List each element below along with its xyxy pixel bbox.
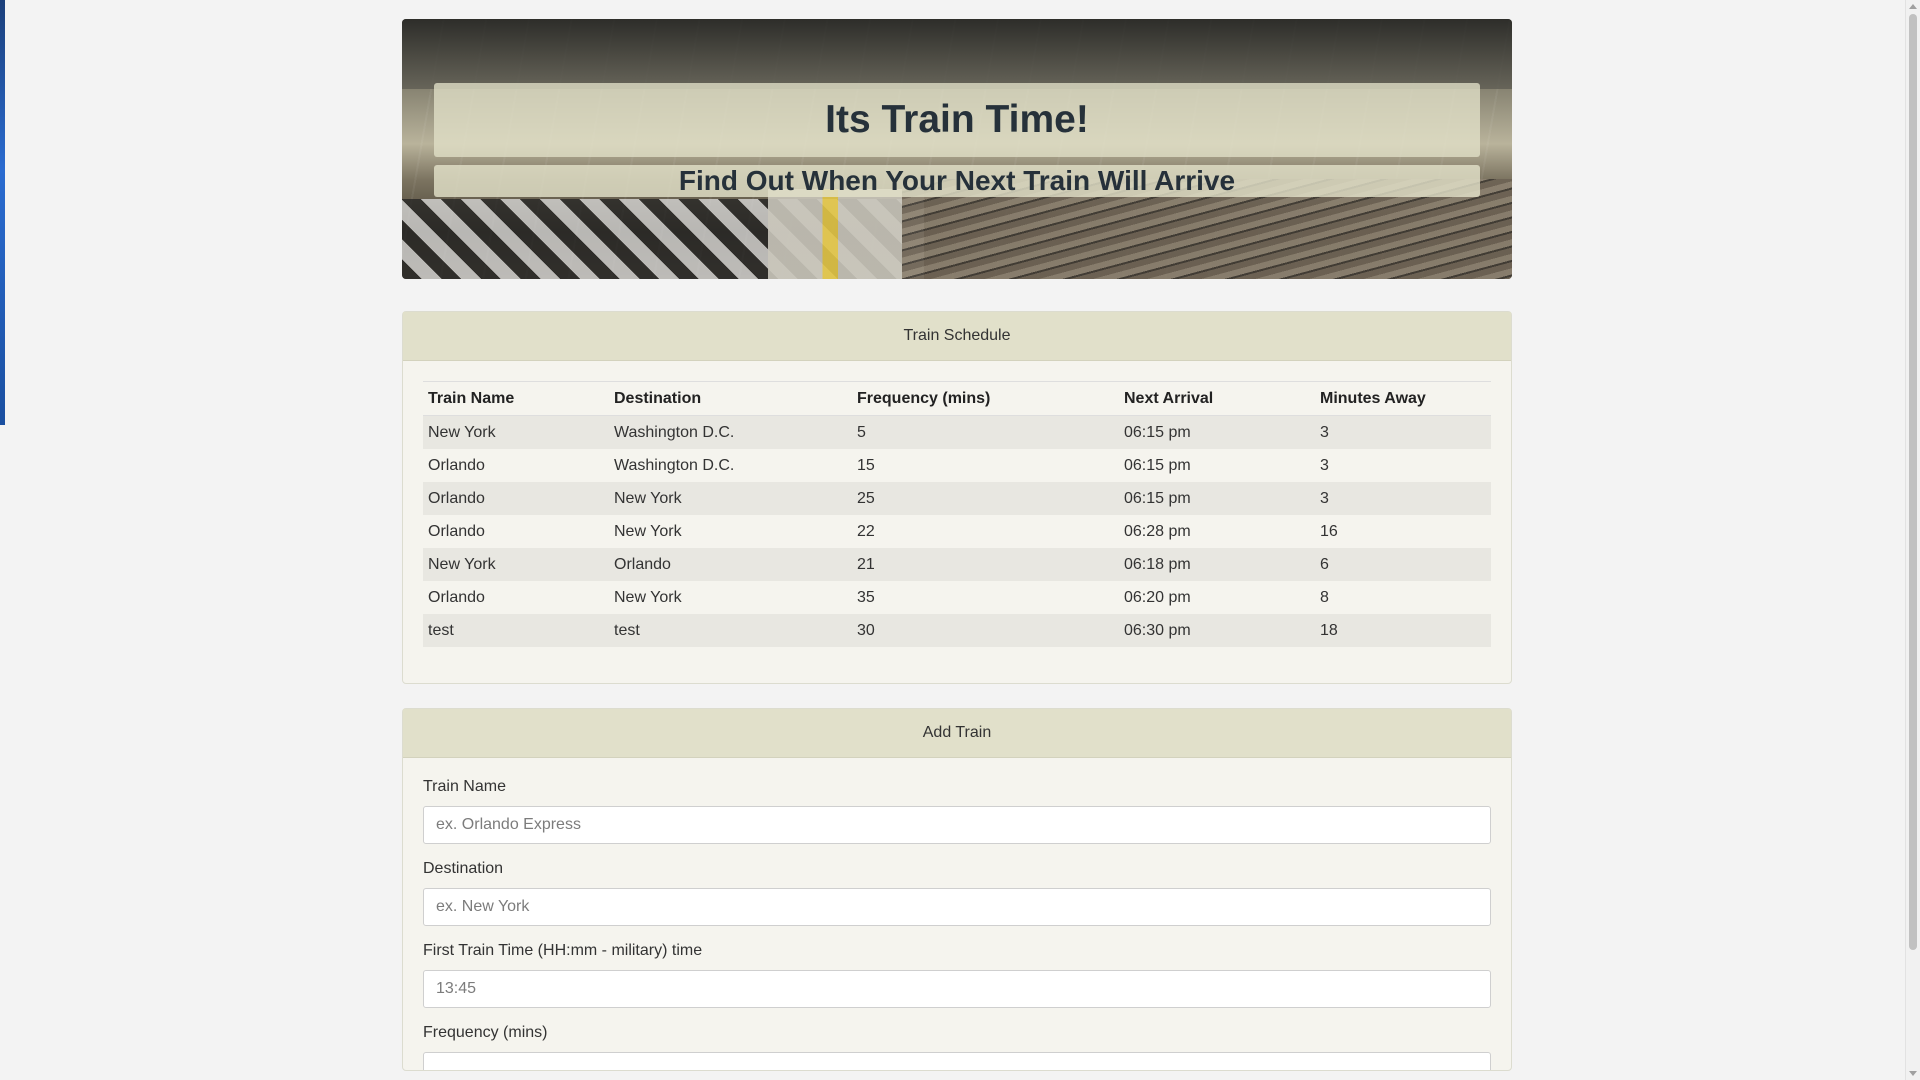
cell-train-name: Orlando (423, 482, 609, 515)
destination-group: Destination (423, 860, 1491, 926)
first-train-time-group: First Train Time (HH:mm - military) time (423, 942, 1491, 1008)
main-container: Its Train Time! Find Out When Your Next … (402, 0, 1512, 1071)
cell-train-name: test (423, 614, 609, 647)
cell-train-name: Orlando (428, 522, 485, 540)
platform-image (768, 189, 924, 279)
cell-destination: Washington D.C. (614, 456, 735, 474)
cell-destination: Orlando (609, 548, 852, 581)
cell-destination: Washington D.C. (609, 415, 852, 449)
page-title: Its Train Time! (825, 98, 1089, 141)
subtitle-box: Find Out When Your Next Train Will Arriv… (434, 165, 1480, 197)
destination-input[interactable] (423, 888, 1491, 926)
cell-next-arrival: 06:15 pm (1119, 415, 1315, 449)
train-schedule-table: Train Name Destination Frequency (mins) … (423, 381, 1491, 647)
cell-next-arrival: 06:15 pm (1119, 482, 1315, 515)
scroll-up-arrow-icon[interactable] (1909, 4, 1917, 9)
cell-destination: New York (614, 522, 682, 540)
cell-frequency: 5 (852, 415, 1119, 449)
cell-next-arrival: 06:15 pm (1124, 456, 1191, 474)
frequency-input[interactable] (423, 1052, 1491, 1070)
train-schedule-heading: Train Schedule (403, 312, 1511, 361)
header-banner: Its Train Time! Find Out When Your Next … (402, 19, 1512, 279)
cell-minutes-away: 18 (1315, 614, 1491, 647)
add-train-heading: Add Train (403, 709, 1511, 758)
cell-next-arrival: 06:30 pm (1119, 614, 1315, 647)
scrollbar-thumb[interactable] (1909, 14, 1917, 950)
cell-destination: test (609, 614, 852, 647)
cell-next-arrival: 06:28 pm (1124, 522, 1191, 540)
cell-frequency: 22 (857, 522, 875, 540)
cell-minutes-away: 3 (1320, 456, 1329, 474)
train-name-group: Train Name (423, 778, 1491, 844)
cell-train-name: New York (423, 548, 609, 581)
column-header-next-arrival: Next Arrival (1119, 381, 1315, 416)
table-row: Orlando New York 35 06:20 pm 8 (423, 581, 1491, 614)
cell-frequency: 15 (857, 456, 875, 474)
train-schedule-body: Train Name Destination Frequency (mins) … (403, 361, 1511, 683)
cell-frequency: 21 (852, 548, 1119, 581)
table-row: Orlando New York 25 06:15 pm 3 (423, 482, 1491, 515)
frequency-group: Frequency (mins) (423, 1024, 1491, 1070)
cell-train-name: Orlando (428, 456, 485, 474)
table-row: Orlando New York 22 06:28 pm 16 (423, 515, 1491, 548)
cell-minutes-away: 6 (1315, 548, 1491, 581)
table-row: New York Washington D.C. 5 06:15 pm 3 (423, 415, 1491, 449)
destination-label: Destination (423, 860, 504, 877)
cell-frequency: 35 (857, 588, 875, 606)
cell-minutes-away: 3 (1315, 482, 1491, 515)
cell-train-name: Orlando (428, 588, 485, 606)
column-header-train-name: Train Name (423, 381, 609, 416)
table-row: test test 30 06:30 pm 18 (423, 614, 1491, 647)
train-name-input[interactable] (423, 806, 1491, 844)
cell-minutes-away: 16 (1320, 522, 1338, 540)
cell-minutes-away: 3 (1315, 415, 1491, 449)
title-box: Its Train Time! (434, 83, 1480, 157)
train-name-label: Train Name (423, 778, 506, 795)
cell-frequency: 30 (852, 614, 1119, 647)
column-header-minutes-away: Minutes Away (1315, 381, 1491, 416)
station-roof-image (402, 19, 1512, 89)
table-row: New York Orlando 21 06:18 pm 6 (423, 548, 1491, 581)
scroll-down-arrow-icon[interactable] (1909, 1071, 1917, 1076)
left-edge-strip (0, 0, 5, 425)
frequency-label: Frequency (mins) (423, 1024, 548, 1041)
train-schedule-card: Train Schedule Train Name Destination Fr… (402, 311, 1512, 684)
add-train-form: Train Name Destination First Train Time … (403, 758, 1511, 1070)
cell-next-arrival: 06:20 pm (1124, 588, 1191, 606)
cell-minutes-away: 8 (1320, 588, 1329, 606)
cell-frequency: 25 (852, 482, 1119, 515)
cell-next-arrival: 06:18 pm (1119, 548, 1315, 581)
table-header-row: Train Name Destination Frequency (mins) … (423, 381, 1491, 416)
column-header-destination: Destination (609, 381, 852, 416)
add-train-card: Add Train Train Name Destination First T… (402, 708, 1512, 1071)
cell-destination: New York (614, 588, 682, 606)
first-train-time-label: First Train Time (HH:mm - military) time (423, 942, 703, 959)
page-subtitle: Find Out When Your Next Train Will Arriv… (678, 165, 1236, 196)
first-train-time-input[interactable] (423, 970, 1491, 1008)
cell-train-name: New York (423, 415, 609, 449)
cell-destination: New York (609, 482, 852, 515)
column-header-frequency: Frequency (mins) (852, 381, 1119, 416)
table-row: Orlando Washington D.C. 15 06:15 pm 3 (423, 449, 1491, 482)
page-scrollbar[interactable] (1905, 0, 1920, 1080)
